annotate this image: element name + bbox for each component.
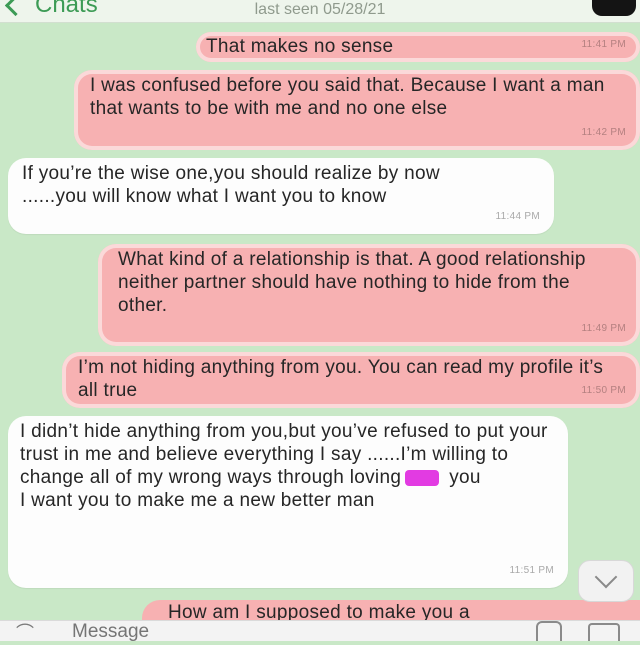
chat-header: Chats last seen 05/28/21 (0, 0, 640, 23)
message-text: I didn’t hide anything from you,but you’… (8, 416, 568, 512)
emoji-icon (405, 469, 440, 486)
message-text: That makes no sense (206, 36, 394, 57)
avatar[interactable] (592, 0, 636, 16)
message-time: 11:44 PM (495, 211, 540, 222)
message-input-bar: ⌒ (0, 620, 640, 643)
message-text: I’m not hiding anything from you. You ca… (78, 357, 604, 401)
camera-icon[interactable] (588, 623, 620, 641)
chevron-down-icon (594, 565, 618, 589)
message-bubble[interactable]: I was confused before you said that. Bec… (74, 70, 640, 150)
message-text-part: you (449, 467, 481, 488)
message-text: What kind of a relationship is that. A g… (118, 249, 586, 316)
message-time: 11:51 PM (509, 565, 554, 576)
message-time: 11:42 PM (581, 127, 626, 138)
message-time: 11:49 PM (581, 323, 626, 334)
message-time: 11:41 PM (581, 39, 626, 50)
last-seen-status: last seen 05/28/21 (254, 1, 386, 18)
message-bubble[interactable]: What kind of a relationship is that. A g… (98, 244, 640, 346)
scroll-down-button[interactable] (578, 560, 634, 602)
message-bubble[interactable]: If you’re the wise one,you should realiz… (8, 158, 554, 234)
message-text: If you’re the wise one,you should realiz… (22, 163, 440, 207)
message-bubble[interactable]: I didn’t hide anything from you,but you’… (8, 416, 568, 588)
message-time: 11:50 PM (581, 385, 626, 396)
attachment-icon[interactable]: ⌒ (16, 619, 34, 645)
message-text: I was confused before you said that. Bec… (90, 75, 605, 119)
sticker-icon[interactable] (536, 621, 562, 641)
message-text-part: I want you to make me a new better man (20, 490, 375, 511)
message-bubble[interactable]: I’m not hiding anything from you. You ca… (62, 352, 640, 408)
message-bubble[interactable]: That makes no sense 11:41 PM (196, 32, 640, 62)
